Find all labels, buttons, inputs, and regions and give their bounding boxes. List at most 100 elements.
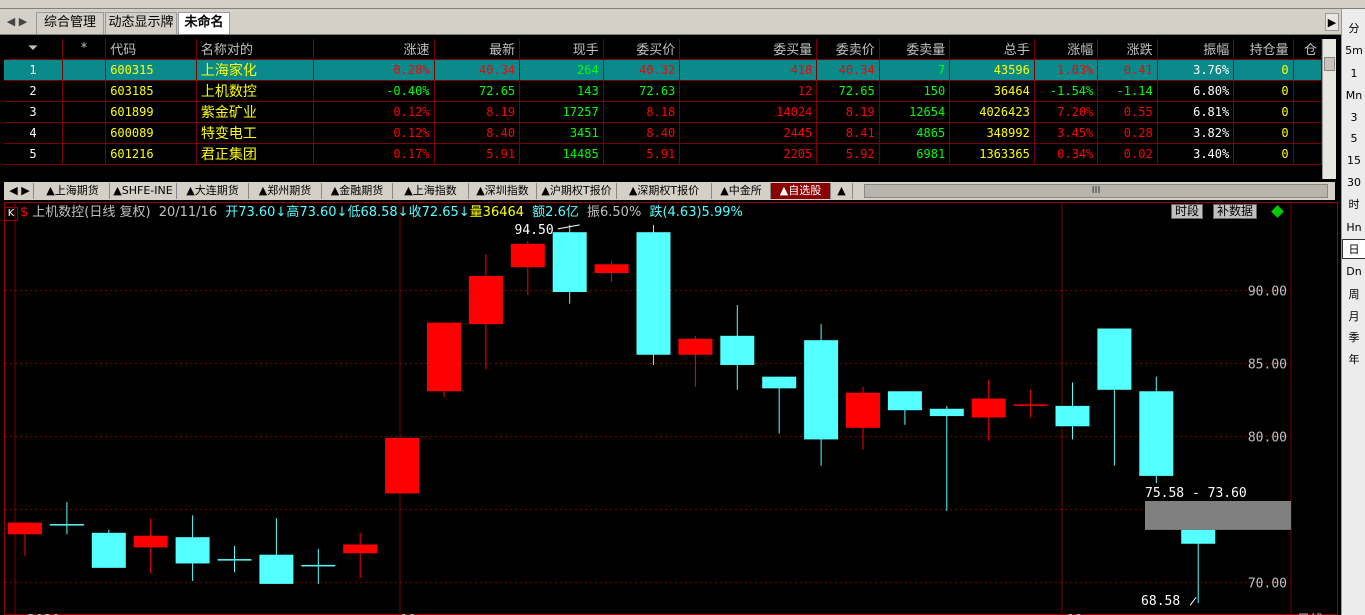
column-header[interactable]: 代码 <box>105 39 197 60</box>
time-segment-button[interactable]: 时段 <box>1171 204 1204 219</box>
cell-oi: 0 <box>1233 143 1294 165</box>
block-tab[interactable]: ▲中金所 <box>712 183 771 199</box>
block-tab[interactable]: ▲郑州期货 <box>249 183 322 199</box>
candle-body <box>468 275 503 325</box>
block-tab[interactable]: ▲上海期货 <box>36 183 110 199</box>
period-button[interactable]: 30 <box>1342 173 1365 193</box>
candle-body <box>804 340 839 440</box>
column-header[interactable]: 仓 <box>1293 39 1323 60</box>
period-button[interactable]: 15 <box>1342 151 1365 171</box>
block-tab[interactable]: ▲深期权T报价 <box>617 183 712 199</box>
block-tab[interactable]: ▲上海指数 <box>393 183 469 199</box>
period-button[interactable]: 5 <box>1342 129 1365 149</box>
cell-amp: 3.40% <box>1157 143 1235 165</box>
period-button[interactable]: 月 <box>1342 307 1365 327</box>
candle-body <box>175 537 210 564</box>
column-header[interactable]: 涨跌 <box>1097 39 1158 60</box>
cell-speed: 0.17% <box>313 143 435 165</box>
cell-total: 36464 <box>949 80 1035 102</box>
cell-bid: 8.40 <box>603 122 681 144</box>
candle-body <box>427 322 461 392</box>
column-header[interactable]: 涨速 <box>313 39 435 60</box>
block-tab[interactable]: ▲SHFE-INE <box>110 183 177 199</box>
kline-toggle-icon[interactable]: K <box>4 207 18 221</box>
table-row[interactable]: 5 601216 君正集团 0.17% 5.91 14485 5.91 2205 5.92 698… <box>4 143 1323 165</box>
kline-chart-panel[interactable]: 70.0075.0080.0085.0090.0020201011日线94.50… <box>4 202 1338 615</box>
horizontal-scrollbar[interactable]: III <box>864 184 1328 198</box>
volume-value: 量36464 <box>469 205 525 220</box>
column-header[interactable]: 涨幅 <box>1034 39 1099 60</box>
cell-ask: 8.19 <box>816 101 880 123</box>
cell-askvol: 7 <box>879 59 951 81</box>
block-tab-nav-icon[interactable]: ◀ ▶ <box>6 183 34 199</box>
period-button[interactable]: 周 <box>1342 285 1365 305</box>
scroll-thumb[interactable] <box>1324 57 1335 71</box>
table-row[interactable]: 2 603185 上机数控 -0.40% 72.65 143 72.63 12 72.65 150… <box>4 80 1323 102</box>
tab-unnamed[interactable]: 未命名 <box>178 12 230 34</box>
column-header[interactable]: 委买价 <box>603 39 681 60</box>
period-button[interactable]: 日 <box>1342 239 1365 259</box>
top-toolbar <box>0 0 1365 9</box>
block-tab[interactable]: ▲自选股 <box>771 183 831 199</box>
tab-dynamic-board[interactable]: 动态显示牌 <box>105 12 177 34</box>
cell-amp: 3.82% <box>1157 122 1235 144</box>
candle-body <box>49 524 84 526</box>
period-button[interactable]: 季 <box>1342 328 1365 348</box>
column-header[interactable]: 最新 <box>434 39 521 60</box>
table-row[interactable]: 1 600315 上海家化 0.28% 40.34 264 40.32 418 40.34 7 43… <box>4 59 1323 81</box>
cell-bidvol: 2205 <box>679 143 818 165</box>
cell-askvol: 4865 <box>879 122 951 144</box>
period-button[interactable]: 5m <box>1342 41 1365 61</box>
kline-chart[interactable]: 70.0075.0080.0085.0090.0020201011日线94.50… <box>5 203 1339 615</box>
column-header[interactable]: 持仓量 <box>1233 39 1294 60</box>
change-value: 跌(4.63)5.99% <box>649 205 743 220</box>
cell-oi: 0 <box>1233 59 1294 81</box>
cell-empty <box>1293 122 1323 144</box>
block-tab[interactable]: ▲金融期货 <box>322 183 393 199</box>
period-button[interactable]: Hn <box>1342 218 1365 238</box>
block-tab[interactable]: ▲ <box>831 183 853 199</box>
period-button[interactable]: Dn <box>1342 262 1365 282</box>
range-annotation: 75.58 - 73.60 <box>1145 486 1247 501</box>
column-header[interactable]: 名称对的 <box>196 39 314 60</box>
period-button[interactable]: 分 <box>1342 19 1365 39</box>
table-row[interactable]: 4 600089 特变电工 0.12% 8.40 3451 8.40 2445 8.41 4865… <box>4 122 1323 144</box>
cell-empty <box>62 143 107 165</box>
y-tick-label: 85.00 <box>1248 358 1287 373</box>
period-button[interactable]: 时 <box>1342 195 1365 215</box>
candle-body <box>971 398 1006 418</box>
column-header[interactable]: 委买量 <box>679 39 818 60</box>
tab-overview[interactable]: 综合管理 <box>36 12 104 34</box>
sort-icon[interactable]: ⏷ <box>4 39 63 60</box>
column-header[interactable]: 委卖价 <box>816 39 880 60</box>
candle-body <box>762 376 797 389</box>
tab-nav-arrows[interactable]: ◀ ▶ <box>4 13 30 31</box>
fill-data-button[interactable]: 补数据 <box>1213 204 1258 219</box>
block-tab[interactable]: ▲大连期货 <box>177 183 249 199</box>
column-header[interactable]: 总手 <box>949 39 1035 60</box>
column-header[interactable]: 委卖量 <box>879 39 951 60</box>
table-row[interactable]: 3 601899 紫金矿业 0.12% 8.19 17257 8.18 14024 8.19 12… <box>4 101 1323 123</box>
cell-idx: 1 <box>4 59 63 81</box>
cell-askvol: 150 <box>879 80 951 102</box>
period-button[interactable]: Mn <box>1342 86 1365 106</box>
period-button[interactable]: 年 <box>1342 350 1365 370</box>
table-vertical-scrollbar[interactable] <box>1322 39 1336 179</box>
tab-scroll-right-icon[interactable]: ▶ <box>1325 13 1339 31</box>
cell-empty <box>62 122 107 144</box>
chart-title: 上机数控(日线 复权) <box>32 205 151 220</box>
column-header[interactable]: * <box>62 39 107 60</box>
period-button[interactable]: 1 <box>1342 64 1365 84</box>
high-value: 高73.60↓ <box>286 205 348 220</box>
column-header[interactable]: 振幅 <box>1157 39 1235 60</box>
column-header[interactable]: 现手 <box>519 39 604 60</box>
cell-empty <box>62 80 107 102</box>
block-tab[interactable]: ▲深圳指数 <box>469 183 537 199</box>
cell-name: 君正集团 <box>196 143 314 165</box>
block-tab[interactable]: ▲沪期权T报价 <box>537 183 617 199</box>
y-tick-label: 70.00 <box>1248 576 1287 591</box>
cell-code: 601216 <box>105 143 197 165</box>
cell-chg: -1.14 <box>1097 80 1158 102</box>
period-button[interactable]: 3 <box>1342 108 1365 128</box>
dollar-icon[interactable]: $ <box>20 205 28 220</box>
